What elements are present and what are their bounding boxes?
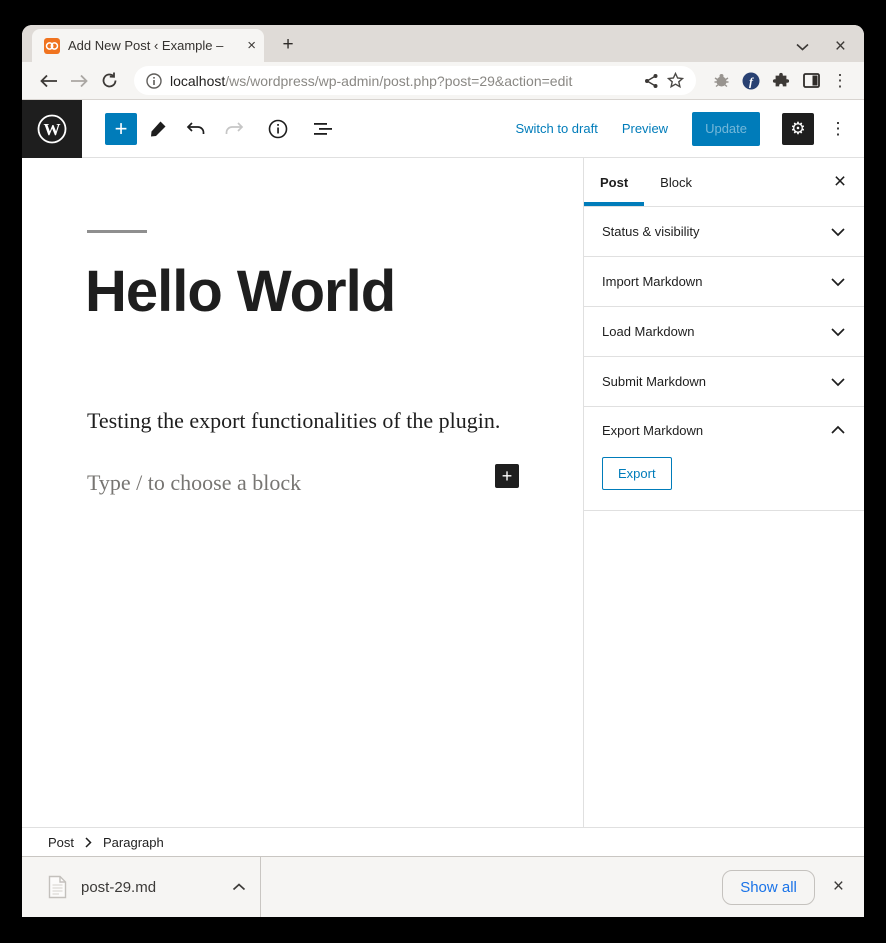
export-button[interactable]: Export <box>602 457 672 490</box>
download-item[interactable]: post-29.md <box>22 857 260 917</box>
panel-export-markdown-toggle[interactable]: Export Markdown <box>584 407 864 453</box>
window-close-icon[interactable]: × <box>835 37 846 56</box>
inline-block-inserter-button[interactable]: + <box>495 464 519 488</box>
panel-status-visibility-toggle[interactable]: Status & visibility <box>584 207 864 256</box>
separator-block[interactable] <box>87 230 147 233</box>
show-all-downloads-button[interactable]: Show all <box>722 870 815 905</box>
tab-close-icon[interactable]: × <box>247 38 256 53</box>
reload-icon[interactable] <box>96 68 122 94</box>
share-icon[interactable] <box>644 73 659 89</box>
undo-icon[interactable] <box>179 112 213 146</box>
sidebar-close-icon[interactable]: × <box>816 158 864 206</box>
tools-pencil-icon[interactable] <box>141 112 175 146</box>
fedora-extension-icon[interactable]: f <box>738 68 764 94</box>
chevron-down-icon <box>830 277 846 287</box>
editor-canvas[interactable]: Hello World Testing the export functiona… <box>22 158 583 827</box>
switch-to-draft-link[interactable]: Switch to draft <box>515 121 597 136</box>
tab-post[interactable]: Post <box>584 158 644 206</box>
browser-tab[interactable]: Add New Post ‹ Example – × <box>32 29 264 62</box>
editor-options-kebab-icon[interactable]: ⋮ <box>826 119 850 139</box>
tab-title: Add New Post ‹ Example – <box>68 38 239 53</box>
svg-text:W: W <box>44 120 61 139</box>
panel-import-markdown: Import Markdown <box>584 257 864 307</box>
browser-toolbar: localhost/ws/wordpress/wp-admin/post.php… <box>22 62 864 100</box>
browser-window: Add New Post ‹ Example – × + × localhost… <box>22 25 864 917</box>
chevron-down-icon <box>830 327 846 337</box>
bookmark-star-icon[interactable] <box>667 72 684 89</box>
panel-load-markdown-toggle[interactable]: Load Markdown <box>584 307 864 356</box>
url-path: /ws/wordpress/wp-admin/post.php?post=29&… <box>225 73 572 89</box>
breadcrumb-paragraph[interactable]: Paragraph <box>103 835 164 850</box>
block-inserter-button[interactable]: + <box>105 113 137 145</box>
editor-header: W + Switch to draft Preview Update ⚙ ⋮ <box>22 100 864 158</box>
panel-status-visibility: Status & visibility <box>584 207 864 257</box>
site-info-icon[interactable] <box>146 73 162 89</box>
forward-icon[interactable] <box>66 68 92 94</box>
side-panel-icon[interactable] <box>798 68 824 94</box>
download-chevron-up-icon[interactable] <box>232 883 246 891</box>
panel-import-markdown-toggle[interactable]: Import Markdown <box>584 257 864 306</box>
tab-list-chevron-icon[interactable] <box>796 43 809 51</box>
tab-block[interactable]: Block <box>644 158 708 206</box>
panel-submit-markdown-toggle[interactable]: Submit Markdown <box>584 357 864 406</box>
download-bar-divider <box>260 857 261 917</box>
preview-link[interactable]: Preview <box>622 121 668 136</box>
wordpress-logo-icon[interactable]: W <box>22 100 82 158</box>
new-tab-button[interactable]: + <box>274 31 302 59</box>
post-title[interactable]: Hello World <box>85 258 395 325</box>
empty-block-placeholder[interactable]: Type / to choose a block <box>87 470 301 496</box>
block-breadcrumb: Post Paragraph <box>22 827 864 856</box>
extensions-puzzle-icon[interactable] <box>768 68 794 94</box>
breadcrumb-post[interactable]: Post <box>48 835 74 850</box>
sidebar-tabs: Post Block × <box>584 158 864 207</box>
panel-load-markdown: Load Markdown <box>584 307 864 357</box>
tab-strip: Add New Post ‹ Example – × + × <box>22 25 864 62</box>
chevron-down-icon <box>830 227 846 237</box>
download-filename: post-29.md <box>81 879 218 896</box>
file-document-icon <box>48 875 67 899</box>
redo-icon <box>217 112 251 146</box>
breadcrumb-chevron-icon <box>85 837 92 848</box>
list-view-icon[interactable] <box>305 112 339 146</box>
address-bar[interactable]: localhost/ws/wordpress/wp-admin/post.php… <box>134 66 696 95</box>
paragraph-block[interactable]: Testing the export functionalities of th… <box>87 408 500 434</box>
settings-sidebar: Post Block × Status & visibility Import … <box>583 158 864 827</box>
browser-menu-kebab-icon[interactable]: ⋮ <box>828 71 852 91</box>
xampp-favicon-icon <box>44 38 60 54</box>
panel-submit-markdown: Submit Markdown <box>584 357 864 407</box>
chevron-up-icon <box>830 425 846 435</box>
download-bar-close-icon[interactable]: × <box>833 876 844 898</box>
download-bar: post-29.md Show all × <box>22 856 864 917</box>
back-icon[interactable] <box>36 68 62 94</box>
panel-export-markdown: Export Markdown Export <box>584 407 864 511</box>
adblock-extension-icon[interactable] <box>708 68 734 94</box>
chevron-down-icon <box>830 377 846 387</box>
update-button[interactable]: Update <box>692 112 760 146</box>
details-info-icon[interactable] <box>261 112 295 146</box>
url-host: localhost <box>170 73 225 89</box>
settings-gear-button[interactable]: ⚙ <box>782 113 814 145</box>
url-text[interactable]: localhost/ws/wordpress/wp-admin/post.php… <box>170 73 636 89</box>
